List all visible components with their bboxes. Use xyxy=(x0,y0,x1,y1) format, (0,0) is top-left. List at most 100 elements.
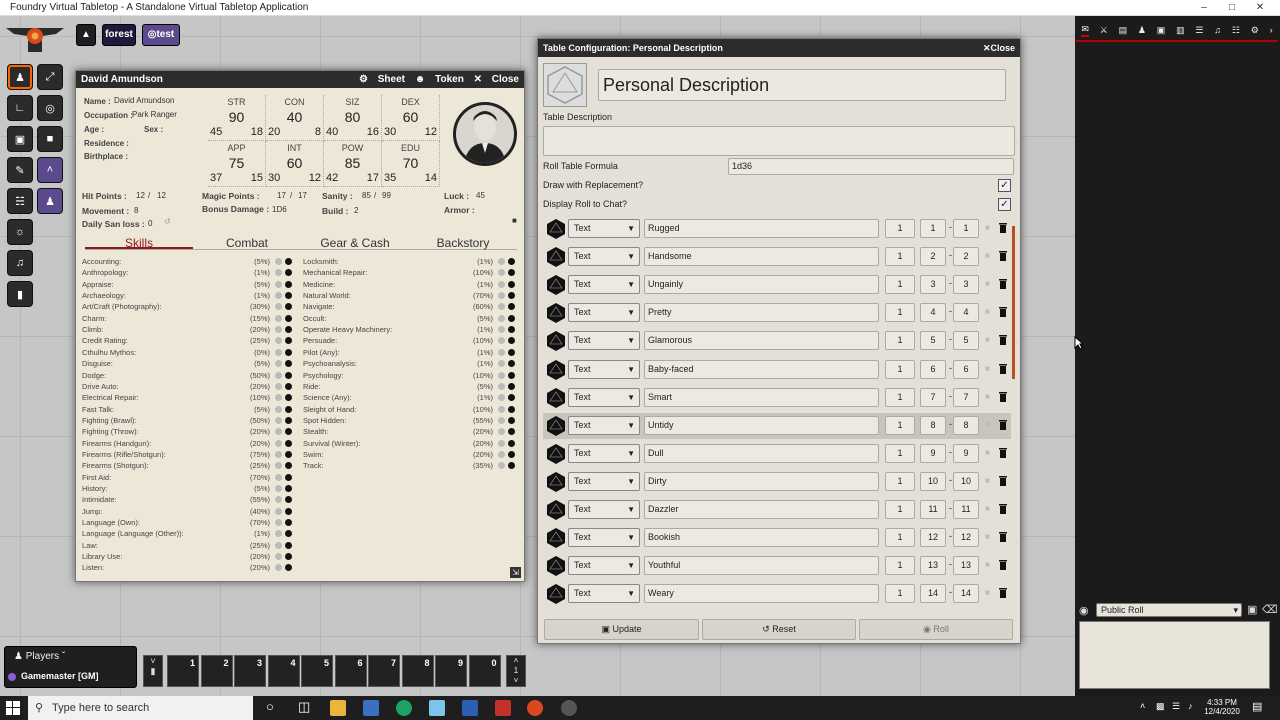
tab-gear-cash[interactable]: Gear & Cash xyxy=(301,236,409,250)
macro-slot[interactable]: 0 xyxy=(468,655,501,687)
result-weight-input[interactable]: 1 xyxy=(885,303,915,323)
trash-icon[interactable] xyxy=(998,419,1008,431)
info-icon[interactable] xyxy=(285,269,292,277)
lock-icon[interactable]: ■ xyxy=(985,223,993,233)
trash-icon[interactable] xyxy=(998,391,1008,403)
result-weight-input[interactable]: 1 xyxy=(885,471,915,491)
char-pow[interactable]: POW 85 42 17 xyxy=(324,141,382,187)
result-range-high-input[interactable]: 14 xyxy=(953,584,979,604)
result-weight-input[interactable]: 1 xyxy=(885,500,915,519)
result-range-high-input[interactable]: 9 xyxy=(953,443,979,463)
result-weight-input[interactable]: 1 xyxy=(885,219,915,238)
result-type-select[interactable]: Text ▼ xyxy=(568,331,640,351)
lock-icon[interactable]: ■ xyxy=(512,216,517,225)
cortana-icon[interactable]: ○ xyxy=(266,699,274,714)
result-text-input[interactable]: Rugged xyxy=(644,219,879,238)
notes-controls-button[interactable]: ▮ xyxy=(7,281,33,307)
macro-slot[interactable]: 7 xyxy=(368,655,400,687)
occupation-value[interactable]: Park Ranger xyxy=(132,110,177,119)
tab-combat[interactable]: Combat xyxy=(193,236,301,250)
result-range-low-input[interactable]: 9 xyxy=(920,443,946,463)
trash-icon[interactable] xyxy=(998,334,1008,346)
trash-icon[interactable] xyxy=(998,222,1008,234)
result-range-low-input[interactable]: 7 xyxy=(920,387,946,407)
info-icon[interactable] xyxy=(285,564,292,572)
skill-row[interactable]: Fighting (Throw): (20%) xyxy=(82,426,292,437)
result-type-select[interactable]: Text ▼ xyxy=(568,584,640,604)
info-icon[interactable] xyxy=(285,405,292,413)
d20-icon[interactable] xyxy=(545,218,567,240)
scene-forest[interactable]: forest xyxy=(102,24,136,46)
macro-slot[interactable]: 5 xyxy=(301,655,333,687)
info-icon[interactable] xyxy=(508,416,515,424)
info-icon[interactable] xyxy=(508,303,515,311)
drawing-controls-button[interactable]: ✎ xyxy=(7,157,33,183)
result-range-low-input[interactable]: 10 xyxy=(920,471,946,491)
mp-value[interactable]: 17 xyxy=(277,191,286,200)
char-siz[interactable]: SIZ 80 40 16 xyxy=(324,95,382,141)
info-icon[interactable] xyxy=(285,553,292,561)
skill-row[interactable]: Track: (35%) xyxy=(303,460,515,471)
char-str[interactable]: STR 90 45 18 xyxy=(208,95,266,141)
d20-icon[interactable] xyxy=(545,583,567,605)
skill-flag-icon[interactable] xyxy=(498,405,505,413)
d20-icon[interactable] xyxy=(545,274,567,296)
info-icon[interactable] xyxy=(508,394,515,402)
result-text-input[interactable]: Baby-faced xyxy=(644,359,879,379)
lock-icon[interactable]: ■ xyxy=(985,307,993,317)
skill-row[interactable]: Medicine: (1%) xyxy=(303,279,515,290)
description-input[interactable] xyxy=(543,126,1015,156)
skill-flag-icon[interactable] xyxy=(275,337,282,345)
skill-row[interactable]: Language (Own): (70%) xyxy=(82,517,292,528)
token-controls-button[interactable]: ♟ xyxy=(7,64,33,90)
info-icon[interactable] xyxy=(508,269,515,277)
skill-row[interactable]: Archaeology: (1%) xyxy=(82,290,292,301)
sheet-config-button[interactable]: ⚙ Sheet xyxy=(359,74,405,85)
result-range-low-input[interactable]: 14 xyxy=(920,584,946,604)
resize-handle[interactable]: ⇲ xyxy=(510,567,521,578)
trash-icon[interactable]: ⌫ xyxy=(1262,603,1278,616)
result-weight-input[interactable]: 1 xyxy=(885,331,915,351)
result-type-select[interactable]: Text ▼ xyxy=(568,556,640,576)
result-weight-input[interactable]: 1 xyxy=(885,247,915,267)
skill-row[interactable]: Language (Language (Other)): (1%) xyxy=(82,528,292,539)
skill-row[interactable]: Occult: (5%) xyxy=(303,313,515,324)
trash-icon[interactable] xyxy=(998,278,1008,290)
result-range-low-input[interactable]: 11 xyxy=(920,500,946,519)
expand-icon[interactable]: ⤢ xyxy=(37,64,63,90)
d20-icon[interactable] xyxy=(545,387,567,409)
save-chat-icon[interactable]: ▣ xyxy=(1247,603,1257,616)
d20-icon[interactable] xyxy=(545,471,567,493)
skill-row[interactable]: Listen: (20%) xyxy=(82,562,292,573)
lock-icon[interactable]: ■ xyxy=(985,251,993,261)
page-down-icon[interactable]: ˅ xyxy=(507,676,525,686)
taskbar-clock[interactable]: 4:33 PM 12/4/2020 xyxy=(1202,698,1242,716)
task-view-icon[interactable]: ◫ xyxy=(298,699,310,715)
char-edu[interactable]: EDU 70 35 14 xyxy=(382,141,440,187)
skill-flag-icon[interactable] xyxy=(275,473,282,481)
name-value[interactable]: David Amundson xyxy=(114,96,174,105)
result-range-low-input[interactable]: 6 xyxy=(920,359,946,379)
trash-icon[interactable] xyxy=(998,363,1008,375)
result-text-input[interactable]: Untidy xyxy=(644,415,879,435)
scenes-tab-icon[interactable]: ▤ xyxy=(1119,25,1128,36)
skill-flag-icon[interactable] xyxy=(498,462,505,470)
chrome-icon[interactable] xyxy=(396,700,412,716)
info-icon[interactable] xyxy=(285,326,292,334)
skill-flag-icon[interactable] xyxy=(498,258,505,265)
players-header[interactable]: ♟ Players ˇ xyxy=(14,651,65,662)
trash-icon[interactable] xyxy=(998,447,1008,459)
foundry-taskbar-icon[interactable] xyxy=(527,700,543,716)
skill-flag-icon[interactable] xyxy=(275,348,282,356)
ruler-tool-icon[interactable]: ■ xyxy=(37,126,63,152)
ruler-controls-button[interactable]: ∟ xyxy=(7,95,33,121)
chat-tab-icon[interactable]: ✉ xyxy=(1081,24,1089,37)
info-icon[interactable] xyxy=(285,462,292,470)
trash-icon[interactable] xyxy=(998,559,1008,571)
d20-icon[interactable] xyxy=(545,359,567,381)
info-icon[interactable] xyxy=(508,405,515,413)
skill-row[interactable]: Accounting: (5%) xyxy=(82,256,292,267)
result-weight-input[interactable]: 1 xyxy=(885,443,915,463)
hotbar-page-controls[interactable]: ˄ 1 ˅ xyxy=(506,655,526,687)
macro-slot[interactable]: 3 xyxy=(234,655,266,687)
